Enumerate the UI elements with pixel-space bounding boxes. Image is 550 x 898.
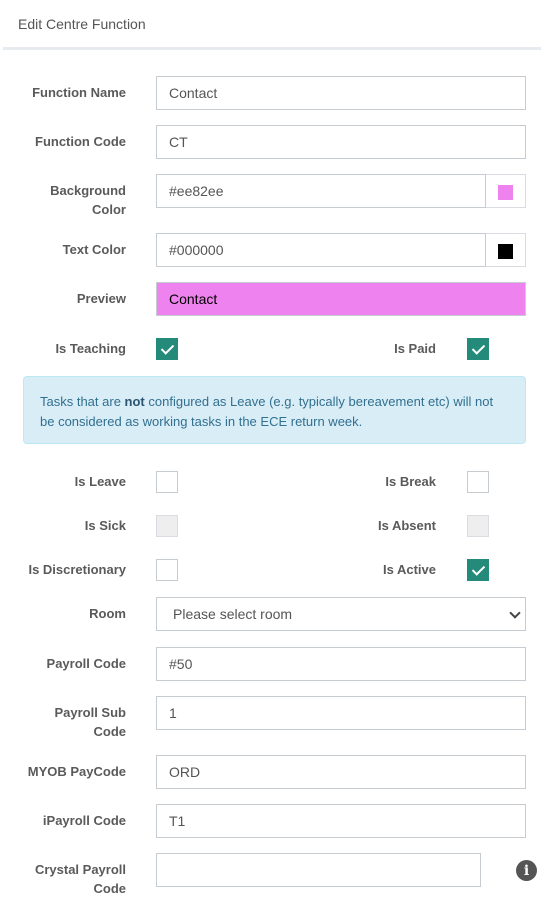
background-color-input[interactable]: #ee82ee [156,174,486,208]
background-color-label-line1: Background [50,183,126,198]
is-break-label: Is Break [385,474,436,489]
function-code-input[interactable]: CT [156,125,526,159]
is-leave-label: Is Leave [74,474,126,489]
alert-text-bold: not [124,394,145,409]
header-divider [3,47,541,50]
preview-box: Contact [156,282,526,316]
is-active-label: Is Active [383,562,436,577]
leave-info-alert: Tasks that are not configured as Leave (… [23,376,526,444]
is-sick-label: Is Sick [84,518,126,533]
room-select-value: Please select room [173,606,293,622]
alert-text-part1: Tasks that are [40,394,125,409]
myob-paycode-input[interactable]: ORD [156,755,526,789]
is-discretionary-checkbox[interactable] [156,559,178,581]
myob-paycode-label: MYOB PayCode [27,764,126,779]
chevron-down-icon [509,607,521,619]
room-select[interactable]: Please select room [156,597,526,631]
payroll-code-input[interactable]: #50 [156,647,526,681]
background-color-label: Background Color [10,181,126,219]
is-sick-checkbox [156,515,178,537]
panel-header: Edit Centre Function [0,0,550,50]
page-title: Edit Centre Function [18,16,146,32]
is-absent-label: Is Absent [377,518,436,533]
is-teaching-label: Is Teaching [55,341,126,356]
crystal-payroll-code-label: Crystal Payroll Code [10,860,126,898]
text-color-input[interactable]: #000000 [156,233,486,267]
is-break-checkbox[interactable] [467,471,489,493]
crystal-payroll-code-label-line2: Code [93,881,127,896]
is-absent-checkbox [467,515,489,537]
is-teaching-checkbox[interactable] [156,338,178,360]
payroll-sub-code-label-line2: Code [93,724,127,739]
is-leave-checkbox[interactable] [156,471,178,493]
room-label: Room [89,606,126,621]
function-name-input[interactable]: Contact [156,76,526,110]
text-color-picker[interactable] [486,233,526,267]
crystal-payroll-code-input[interactable] [156,853,481,887]
function-code-label: Function Code [35,134,126,149]
background-color-picker[interactable] [486,174,526,208]
is-discretionary-label: Is Discretionary [28,562,126,577]
function-name-label: Function Name [32,85,126,100]
ipayroll-code-label: iPayroll Code [42,813,126,828]
payroll-sub-code-label: Payroll Sub Code [10,703,126,741]
crystal-payroll-code-label-line1: Crystal Payroll [34,862,126,877]
ipayroll-code-input[interactable]: T1 [156,804,526,838]
text-color-label: Text Color [62,242,126,257]
payroll-code-label: Payroll Code [46,656,126,671]
preview-label: Preview [76,291,126,306]
is-active-checkbox[interactable] [467,559,489,581]
text-color-swatch [498,244,513,259]
payroll-sub-code-input[interactable]: 1 [156,696,526,730]
background-color-swatch [498,185,513,200]
is-paid-checkbox[interactable] [467,338,489,360]
info-icon[interactable]: i [516,860,537,881]
payroll-sub-code-label-line1: Payroll Sub [54,705,126,720]
background-color-label-line2: Color [92,202,126,217]
is-paid-label: Is Paid [394,341,436,356]
